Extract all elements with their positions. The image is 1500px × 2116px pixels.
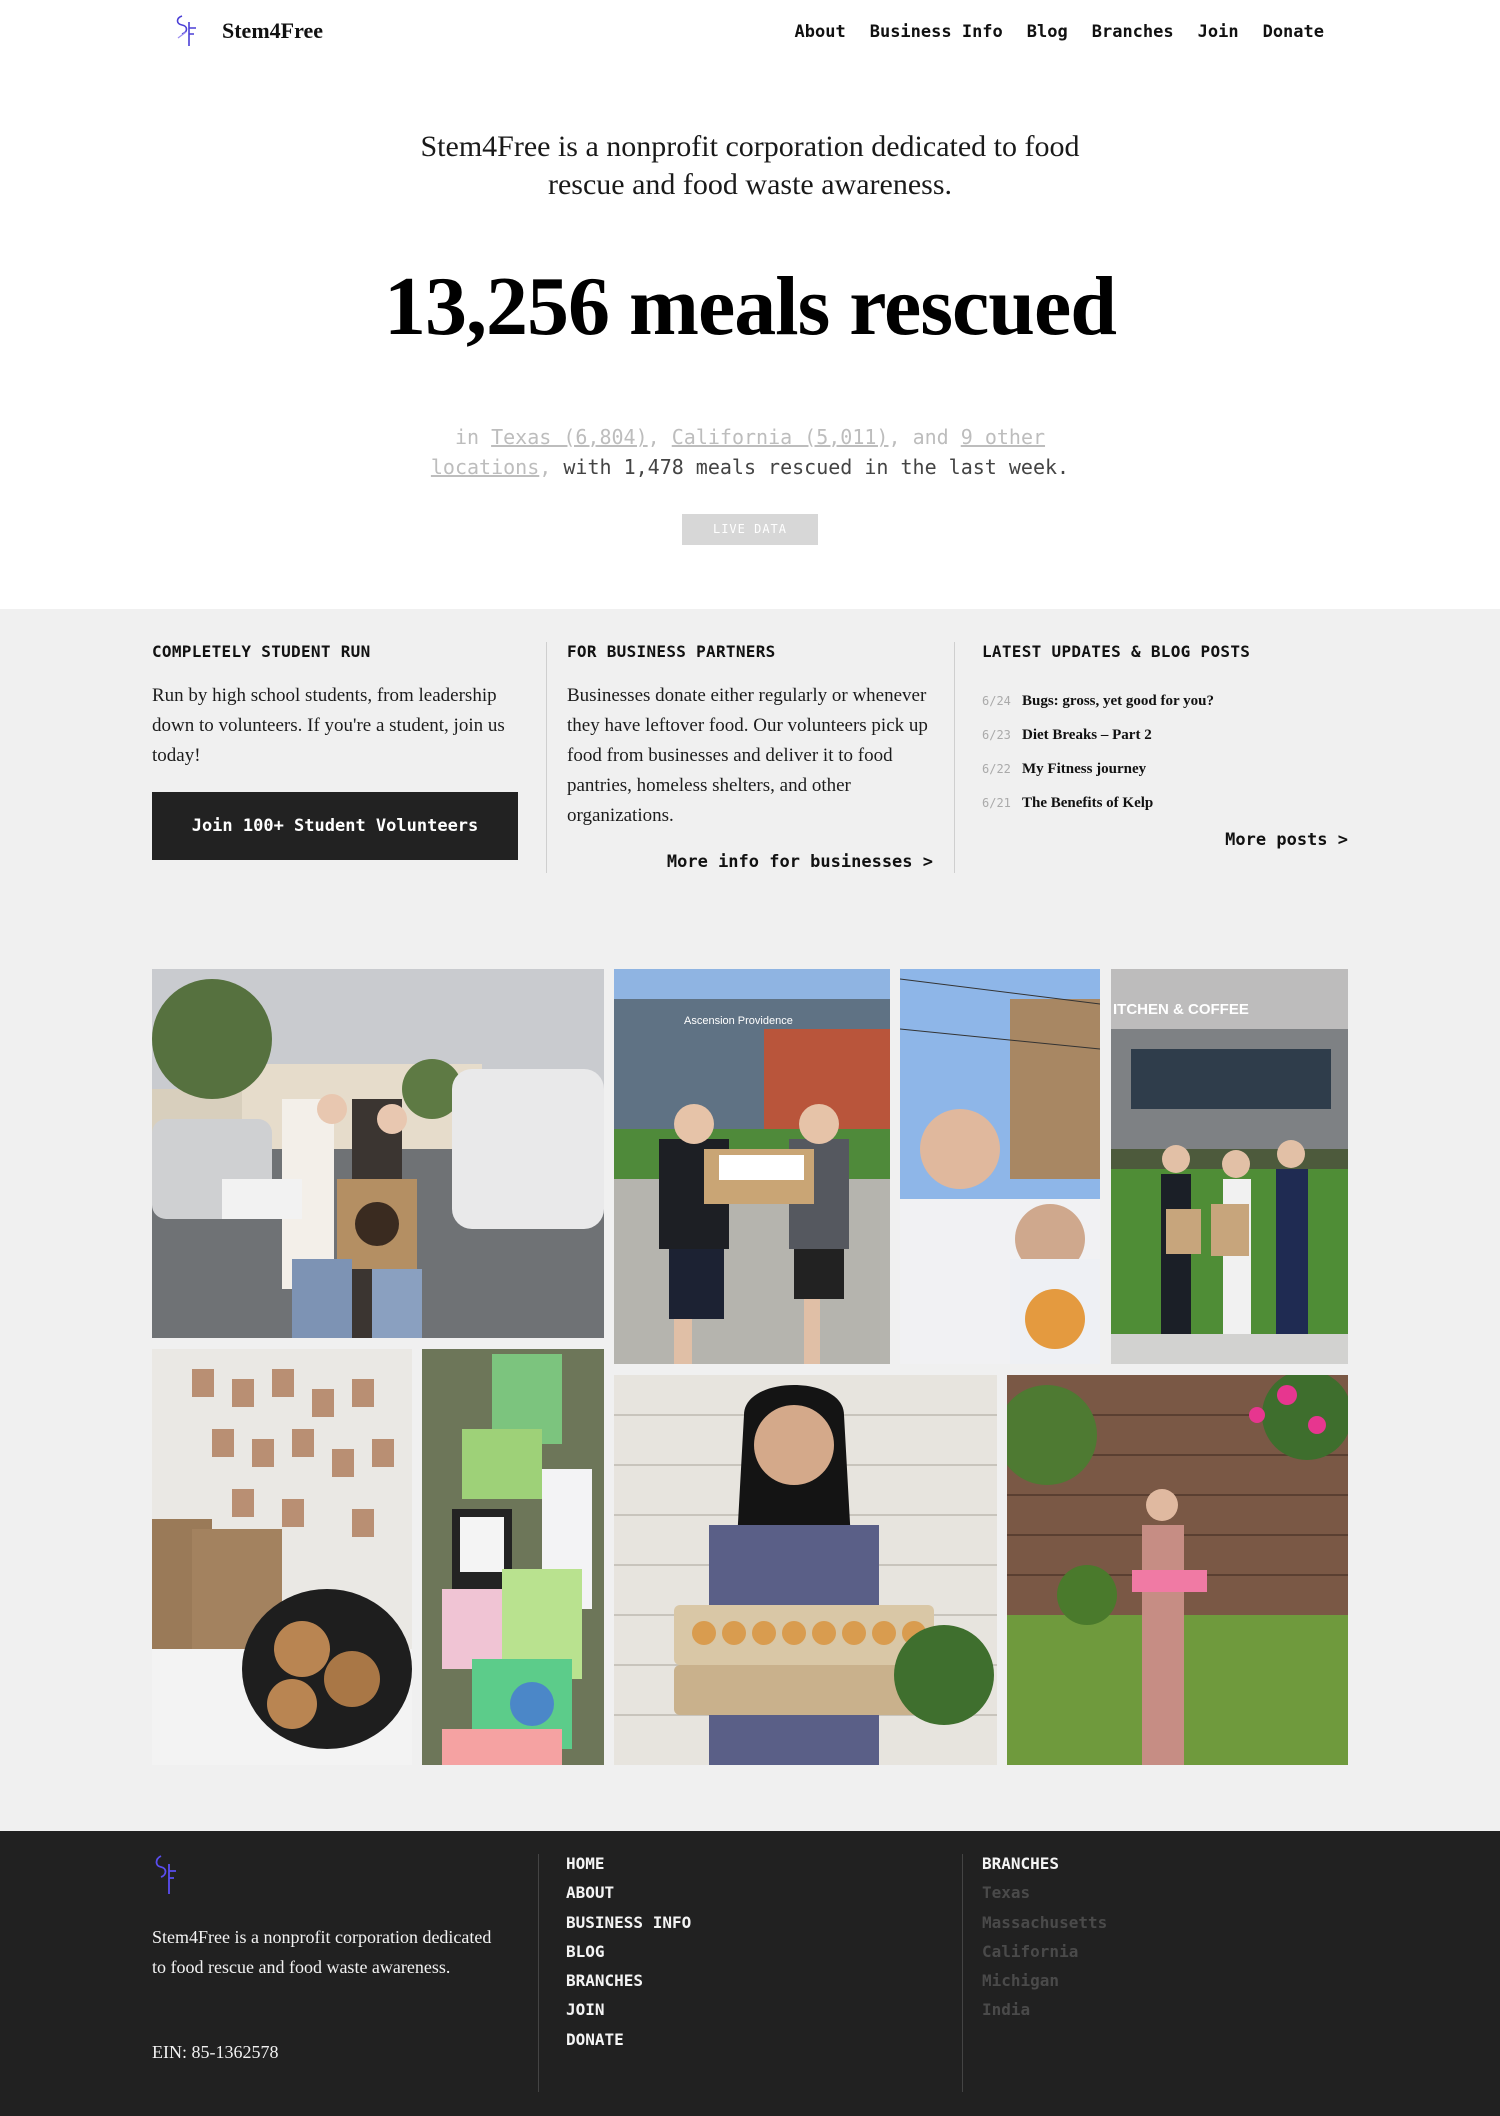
branch-michigan[interactable]: Michigan [982, 1971, 1107, 2000]
separator: , [647, 425, 672, 449]
business-heading: FOR BUSINESS PARTNERS [567, 642, 776, 661]
main-nav: About Business Info Blog Branches Join D… [795, 22, 1324, 42]
students-heading: COMPLETELY STUDENT RUN [152, 642, 371, 661]
post-date: 6/22 [982, 762, 1011, 776]
branch-massachusetts[interactable]: Massachusetts [982, 1913, 1107, 1942]
blog-post-item[interactable]: 6/22 My Fitness journey [982, 761, 1214, 795]
meals-rescued-headline: 13,256 meals rescued [383, 260, 1117, 353]
photo-volunteers-hospital: Ascension Providence [614, 969, 890, 1364]
blog-post-item[interactable]: 6/23 Diet Breaks – Part 2 [982, 727, 1214, 761]
post-date: 6/23 [982, 728, 1011, 742]
live-data-badge: LIVE DATA [682, 514, 818, 545]
location-link-california[interactable]: California (5,011) [672, 425, 889, 449]
post-title[interactable]: Diet Breaks – Part 2 [1022, 727, 1152, 744]
business-column: FOR BUSINESS PARTNERS Businesses donate … [567, 642, 939, 831]
separator: , and [888, 425, 961, 449]
photo-volunteer-bread-trays [614, 1375, 997, 1765]
footer-link-donate[interactable]: DONATE [566, 2030, 691, 2059]
stem4free-logo-icon[interactable] [172, 12, 202, 50]
updates-column: LATEST UPDATES & BLOG POSTS [982, 642, 1348, 661]
updates-heading: LATEST UPDATES & BLOG POSTS [982, 642, 1251, 661]
footer-divider [538, 1854, 539, 2092]
location-link-texas[interactable]: Texas (6,804) [491, 425, 648, 449]
join-volunteers-button[interactable]: Join 100+ Student Volunteers [152, 792, 518, 860]
site-header: Stem4Free About Business Info Blog Branc… [0, 0, 1500, 66]
nav-join[interactable]: Join [1198, 22, 1239, 42]
post-date: 6/21 [982, 796, 1011, 810]
post-title[interactable]: Bugs: gross, yet good for you? [1022, 693, 1214, 710]
photo-volunteer-garden [1007, 1375, 1348, 1765]
footer-link-blog[interactable]: BLOG [566, 1942, 691, 1971]
blog-post-list: 6/24 Bugs: gross, yet good for you? 6/23 D… [982, 693, 1214, 829]
footer-link-join[interactable]: JOIN [566, 2000, 691, 2029]
post-title[interactable]: The Benefits of Kelp [1022, 795, 1153, 812]
nav-blog[interactable]: Blog [1027, 22, 1068, 42]
students-body: Run by high school students, from leader… [152, 685, 505, 766]
cafe-sign-text: ITCHEN & COFFEE [1113, 1001, 1249, 1018]
separator: , [539, 455, 564, 479]
photo-volunteers-bag [900, 969, 1100, 1364]
nav-about[interactable]: About [795, 22, 846, 42]
column-divider [546, 642, 547, 873]
locations-prefix: in [454, 425, 492, 449]
nav-branches[interactable]: Branches [1092, 22, 1174, 42]
footer-link-business-info[interactable]: BUSINESS INFO [566, 1913, 691, 1942]
nav-business-info[interactable]: Business Info [870, 22, 1003, 42]
footer-link-branches[interactable]: BRANCHES [566, 1971, 691, 2000]
more-posts-link[interactable]: More posts > [1225, 830, 1348, 850]
business-body: Businesses donate either regularly or wh… [567, 685, 928, 826]
live-stats-text: in Texas (6,804), California (5,011), an… [420, 422, 1080, 482]
footer-nav: HOME ABOUT BUSINESS INFO BLOG BRANCHES J… [566, 1854, 691, 2059]
footer-description: Stem4Free is a nonprofit corporation ded… [152, 1927, 492, 1977]
footer-divider [962, 1854, 963, 2092]
branch-california[interactable]: California [982, 1942, 1107, 1971]
branch-india[interactable]: India [982, 2000, 1107, 2029]
photo-cards [422, 1349, 604, 1765]
blog-post-item[interactable]: 6/24 Bugs: gross, yet good for you? [982, 693, 1214, 727]
post-title[interactable]: My Fitness journey [1022, 761, 1146, 778]
post-date: 6/24 [982, 694, 1011, 708]
hero-tagline: Stem4Free is a nonprofit corporation ded… [420, 130, 1080, 201]
column-divider [954, 642, 955, 873]
photo-volunteers-cafe: ITCHEN & COFFEE [1111, 969, 1348, 1364]
photo-volunteers-parking-lot [152, 969, 604, 1338]
brand-name[interactable]: Stem4Free [222, 18, 323, 44]
nav-donate[interactable]: Donate [1263, 22, 1324, 42]
branch-texas[interactable]: Texas [982, 1883, 1107, 1912]
stem4free-footer-logo-icon[interactable] [152, 1852, 182, 1898]
weekly-stat: with 1,478 meals rescued in the last wee… [563, 455, 1070, 479]
branches-heading[interactable]: BRANCHES [982, 1854, 1107, 1883]
blog-post-item[interactable]: 6/21 The Benefits of Kelp [982, 795, 1214, 829]
footer-branches: BRANCHES Texas Massachusetts California … [982, 1854, 1107, 2030]
footer-ein: EIN: 85-1362578 [152, 2042, 279, 2062]
students-column: COMPLETELY STUDENT RUN Run by high schoo… [152, 642, 522, 771]
footer-link-about[interactable]: ABOUT [566, 1883, 691, 1912]
more-info-businesses-link[interactable]: More info for businesses > [667, 852, 933, 872]
photo-bags-of-bread [152, 1349, 412, 1765]
hospital-sign-text: Ascension Providence [684, 1015, 793, 1027]
footer-link-home[interactable]: HOME [566, 1854, 691, 1883]
